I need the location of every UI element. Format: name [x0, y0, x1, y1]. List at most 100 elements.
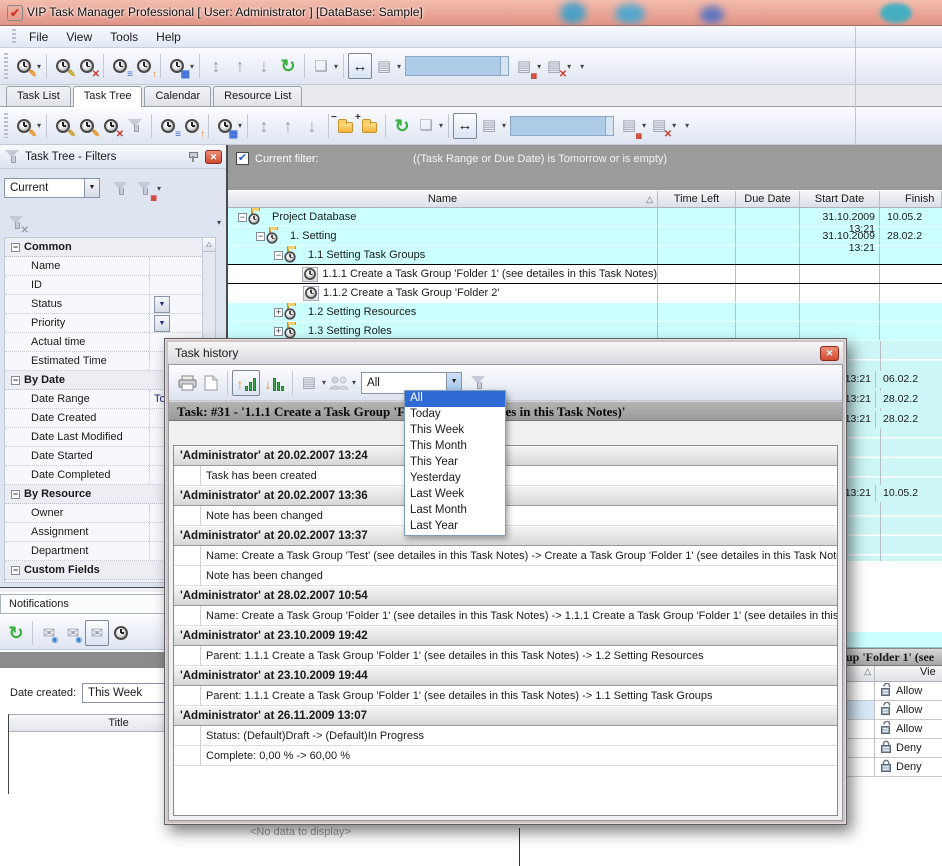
quick-filter-box[interactable]	[405, 56, 509, 76]
permission-value-cell[interactable]: Allow	[875, 720, 942, 738]
column-header-finish[interactable]: Finish	[880, 191, 942, 207]
finish-date-cell[interactable]	[880, 246, 942, 264]
move-down-button[interactable]: ↓	[252, 53, 276, 79]
task-row[interactable]: −1. Setting31.10.2009 13:2128.02.2	[228, 227, 942, 246]
time-left-cell[interactable]	[658, 208, 736, 226]
task-priority-button[interactable]: ↑	[132, 53, 156, 79]
task-row[interactable]: 1.1.2 Create a Task Group 'Folder 2'	[228, 284, 942, 303]
refresh-notifications-button[interactable]: ↻	[4, 620, 28, 646]
permission-select-cell[interactable]	[845, 701, 875, 719]
task-priority-button[interactable]: ↑	[180, 113, 204, 139]
task-row[interactable]: 1.1.1 Create a Task Group 'Folder 1' (se…	[228, 264, 942, 284]
finish-date-cell[interactable]: 10.05.2	[880, 208, 942, 226]
mark-read-button[interactable]: ✉◉	[37, 620, 61, 646]
fit-width-button[interactable]: ↔	[453, 113, 477, 139]
delete-task-button[interactable]: ✕	[99, 113, 123, 139]
expand-icon[interactable]: +	[274, 327, 283, 336]
notification-task-button[interactable]	[109, 620, 133, 646]
due-date-cell[interactable]	[736, 246, 800, 264]
task-list-button[interactable]: ≡	[108, 53, 132, 79]
chevron-down-icon[interactable]: ▾	[238, 121, 242, 130]
dropdown-option-this-month[interactable]: This Month	[405, 439, 505, 455]
date-created-combobox[interactable]: This Week	[82, 683, 166, 703]
permission-row[interactable]: Allow	[845, 701, 942, 720]
collapse-icon[interactable]: −	[11, 490, 20, 499]
refresh-button[interactable]: ↻	[276, 53, 300, 79]
view-column-header[interactable]: Vie	[875, 666, 942, 681]
chevron-down-icon[interactable]: ▾	[397, 62, 401, 71]
close-panel-button[interactable]: ✕	[205, 150, 222, 164]
chevron-down-icon[interactable]: ▾	[37, 121, 41, 130]
permission-value-cell[interactable]: Allow	[875, 682, 942, 700]
permission-value-cell[interactable]: Allow	[875, 701, 942, 719]
combo-arrow-icon[interactable]: ▼	[154, 296, 170, 313]
users-button[interactable]	[327, 370, 351, 396]
page-button[interactable]: ❏	[309, 53, 333, 79]
task-name-cell[interactable]: −1.1 Setting Task Groups	[228, 246, 658, 264]
view-list-button[interactable]: ▤	[477, 113, 501, 139]
view-list-button[interactable]: ▤	[372, 53, 396, 79]
finish-date-cell[interactable]	[880, 322, 942, 340]
dropdown-option-last-month[interactable]: Last Month	[405, 503, 505, 519]
dropdown-option-today[interactable]: Today	[405, 407, 505, 423]
menu-help[interactable]: Help	[147, 28, 190, 46]
collapse-icon[interactable]: −	[11, 243, 20, 252]
history-entry-header[interactable]: 'Administrator' at 23.10.2009 19:42	[174, 626, 837, 646]
start-date-cell[interactable]: 31.10.2009 13:21	[800, 208, 880, 226]
move-updown-button[interactable]: ↕	[204, 53, 228, 79]
history-entry-detail[interactable]: Parent: 1.1.1 Create a Task Group 'Folde…	[174, 686, 837, 706]
column-header-start-date[interactable]: Start Date	[800, 191, 880, 207]
history-entry-header[interactable]: 'Administrator' at 23.10.2009 19:44	[174, 666, 837, 686]
mark-unread-button[interactable]: ✉◉	[61, 620, 85, 646]
new-task-button[interactable]: ✎	[12, 113, 36, 139]
column-header-name[interactable]: Name△	[228, 191, 658, 207]
dropdown-option-last-year[interactable]: Last Year	[405, 519, 505, 535]
permission-select-cell[interactable]	[845, 720, 875, 738]
sort-descending-button[interactable]: ↓	[260, 370, 288, 396]
task-row[interactable]: −Project Database31.10.2009 13:2110.05.2	[228, 208, 942, 227]
time-left-cell[interactable]	[658, 227, 736, 245]
history-entry-detail[interactable]: Name: Create a Task Group 'Test' (see de…	[174, 546, 837, 566]
history-entry-header[interactable]: 'Administrator' at 28.02.2007 10:54	[174, 586, 837, 606]
toolbar-overflow-icon[interactable]: ▾	[685, 121, 689, 130]
edit-task-button[interactable]: ✎	[75, 113, 99, 139]
filter-item-priority[interactable]: Priority▼	[5, 314, 215, 333]
finish-date-cell[interactable]	[880, 284, 942, 302]
time-left-cell[interactable]	[658, 284, 736, 302]
due-date-cell[interactable]	[736, 284, 800, 302]
title-bar[interactable]: ✔ VIP Task Manager Professional [ User: …	[0, 0, 942, 26]
start-date-cell[interactable]: 31.10.2009 13:21	[800, 227, 880, 245]
permission-select-cell[interactable]	[845, 739, 875, 757]
chevron-down-icon[interactable]: ▾	[439, 121, 443, 130]
filter-button[interactable]	[123, 113, 147, 139]
edit-task-button[interactable]: ✎	[51, 53, 75, 79]
clear-filter-button[interactable]: ✕	[4, 209, 28, 235]
chevron-down-icon[interactable]: ▾	[567, 62, 571, 71]
delete-view-button[interactable]: ▤✕	[647, 113, 671, 139]
move-up-button[interactable]: ↑	[276, 113, 300, 139]
permission-select-cell[interactable]	[845, 758, 875, 776]
filter-item-id[interactable]: ID	[5, 276, 215, 295]
page-button[interactable]: ❏	[414, 113, 438, 139]
permission-value-cell[interactable]: Deny	[875, 739, 942, 757]
task-row[interactable]: +1.2 Setting Resources	[228, 303, 942, 322]
dropdown-option-this-week[interactable]: This Week	[405, 423, 505, 439]
finish-date-cell[interactable]	[880, 303, 942, 321]
permission-value-cell[interactable]: Deny	[875, 758, 942, 776]
due-date-cell[interactable]	[736, 208, 800, 226]
chevron-down-icon[interactable]: ▾	[190, 62, 194, 71]
dialog-close-button[interactable]: ✕	[820, 346, 839, 361]
dropdown-option-last-week[interactable]: Last Week	[405, 487, 505, 503]
due-date-cell[interactable]	[736, 227, 800, 245]
time-left-cell[interactable]	[658, 246, 736, 264]
start-date-cell[interactable]	[800, 303, 880, 321]
history-entry-header[interactable]: 'Administrator' at 26.11.2009 13:07	[174, 706, 837, 726]
move-updown-button[interactable]: ↕	[252, 113, 276, 139]
time-left-cell[interactable]	[658, 303, 736, 321]
chevron-down-icon[interactable]: ▾	[642, 121, 646, 130]
permission-row[interactable]: Deny	[845, 758, 942, 777]
chevron-down-icon[interactable]: ▾	[672, 121, 676, 130]
chevron-down-icon[interactable]: ▾	[352, 378, 356, 387]
tab-task-tree[interactable]: Task Tree	[73, 86, 143, 107]
apply-filter-button[interactable]	[108, 175, 132, 201]
